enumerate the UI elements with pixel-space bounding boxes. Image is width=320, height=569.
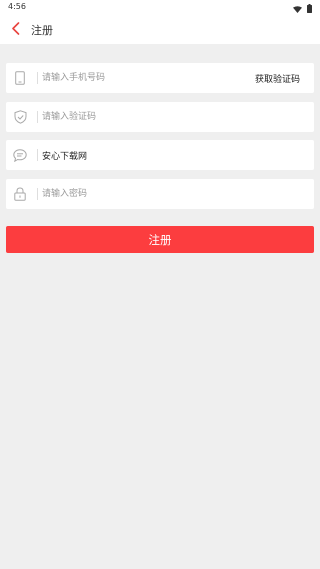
shield-icon xyxy=(13,109,27,125)
header: 4:56 注册 xyxy=(0,0,320,44)
status-bar: 4:56 xyxy=(0,0,320,14)
status-icons xyxy=(293,2,312,13)
phone-field: 获取验证码 xyxy=(6,63,314,93)
status-time: 4:56 xyxy=(8,2,26,11)
register-form: 获取验证码 安心下载网 xyxy=(6,63,314,217)
lock-icon xyxy=(13,186,27,202)
phone-input[interactable] xyxy=(42,63,242,93)
password-input[interactable] xyxy=(42,178,242,209)
phone-icon xyxy=(13,70,27,86)
field-divider xyxy=(37,110,38,123)
field-divider xyxy=(37,149,38,161)
back-button[interactable] xyxy=(6,19,24,39)
field-divider xyxy=(37,72,38,84)
register-screen: 4:56 注册 请输入手机号码 获取验证码 请输入验证码 安心下载网 注册 xyxy=(0,0,320,569)
field-divider xyxy=(37,187,38,200)
app-bar: 注册 xyxy=(0,14,320,44)
password-field xyxy=(6,178,314,209)
get-code-button[interactable]: 获取验证码 xyxy=(255,72,300,85)
chat-bubble-icon xyxy=(13,147,27,163)
invite-value[interactable]: 安心下载网 xyxy=(42,149,87,162)
code-input[interactable] xyxy=(42,101,242,132)
invite-field: 安心下载网 xyxy=(6,140,314,170)
code-field xyxy=(6,101,314,132)
chevron-left-icon xyxy=(11,20,20,39)
page-title: 注册 xyxy=(31,24,53,37)
register-button[interactable]: 注册 xyxy=(6,226,314,253)
